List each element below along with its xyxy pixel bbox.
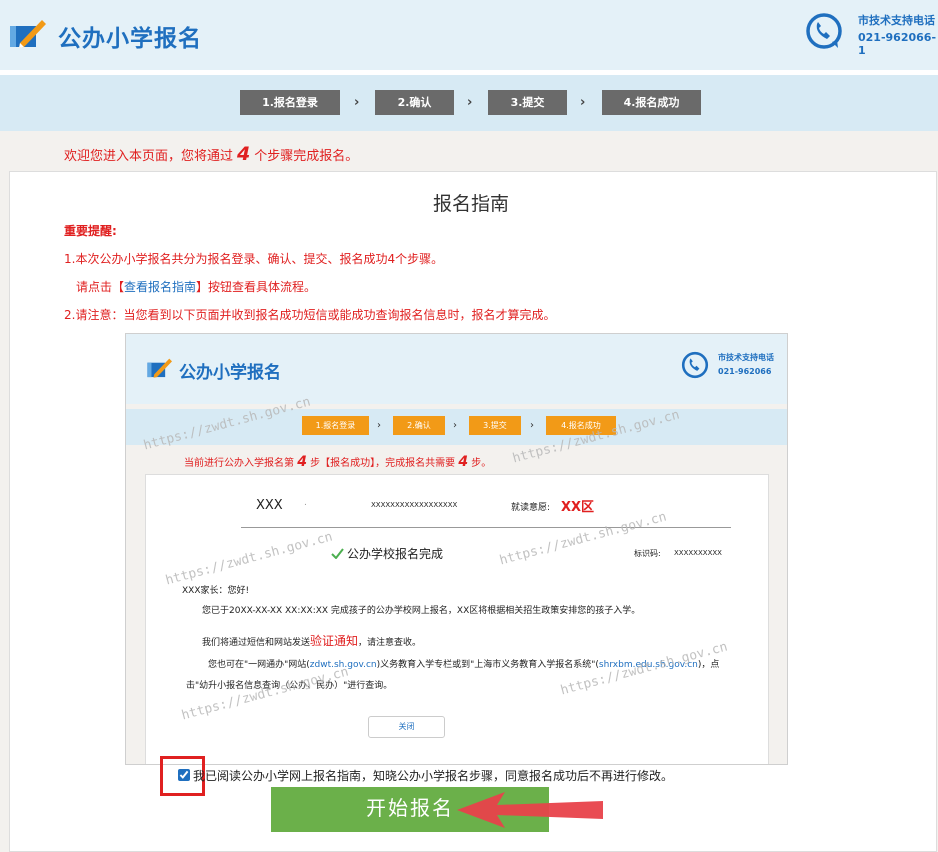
support-phone-label: 市技术支持电话 bbox=[858, 14, 935, 27]
sample-para-1: 您已于20XX-XX-XX XX:XX:XX 完成孩子的公办学校网上报名，XX区… bbox=[202, 606, 641, 616]
sample-progress-text: 当前进行公办入学报名第 4 步【报名成功】，完成报名共需要 4 步。 bbox=[184, 454, 492, 470]
check-mark-icon bbox=[331, 548, 344, 559]
step-arrow-icon: › bbox=[467, 95, 473, 110]
sample-step-arrow-icon: › bbox=[530, 420, 534, 431]
phone-support-icon bbox=[806, 13, 842, 49]
step-login: 1.报名登录 bbox=[240, 90, 340, 115]
notice-line-3: 2.请注意：当您看到以下页面并收到报名成功短信或能成功查询报名信息时，报名才算完… bbox=[64, 308, 556, 322]
site-title: 公办小学报名 bbox=[58, 26, 202, 52]
sample-phone-icon bbox=[681, 351, 709, 379]
step-count: 4 bbox=[237, 143, 251, 165]
steps-bar: 1.报名登录 › 2.确认 › 3.提交 › 4.报名成功 bbox=[0, 75, 938, 131]
sample-separator: . bbox=[304, 498, 307, 508]
guide-title: 报名指南 bbox=[433, 193, 510, 215]
sample-step-arrow-icon: › bbox=[453, 420, 457, 431]
sample-support-label: 市技术支持电话 bbox=[718, 353, 774, 362]
sample-result-card: XXX . XXXXXXXXXXXXXXXXXX 就读意愿: XX区 公办学校报… bbox=[145, 474, 769, 764]
sample-greeting: XXX家长：您好! bbox=[182, 586, 250, 596]
sample-title: 公办小学报名 bbox=[179, 363, 281, 383]
view-guide-link[interactable]: 查看报名指南 bbox=[124, 280, 196, 294]
sample-status: 公办学校报名完成 bbox=[347, 547, 444, 561]
step-arrow-icon: › bbox=[580, 95, 586, 110]
step-arrow-icon: › bbox=[354, 95, 360, 110]
sample-step-confirm: 2.确认 bbox=[393, 416, 445, 435]
sample-district-value: XX区 bbox=[561, 500, 595, 515]
agree-checkbox[interactable] bbox=[178, 769, 190, 781]
notice-line-2: 请点击【查看报名指南】按钮查看具体流程。 bbox=[76, 280, 317, 294]
sample-step-login: 1.报名登录 bbox=[302, 416, 369, 435]
sample-para-2: 我们将通过短信和网站发送验证通知，请注意查收。 bbox=[202, 634, 422, 648]
sample-code-label: 标识码: bbox=[634, 549, 661, 558]
sample-district-label: 就读意愿: bbox=[511, 503, 551, 513]
welcome-message: 欢迎您进入本页面，您将通过 4 个步骤完成报名。 bbox=[64, 143, 359, 165]
sample-support-phone: 021-962066 bbox=[718, 367, 772, 376]
sample-id-number: XXXXXXXXXXXXXXXXXX bbox=[371, 501, 458, 509]
sample-divider bbox=[241, 527, 731, 528]
sample-step-arrow-icon: › bbox=[377, 420, 381, 431]
notice-line-1: 1.本次公办小学报名共分为报名登录、确认、提交、报名成功4个步骤。 bbox=[64, 252, 444, 266]
step-confirm: 2.确认 bbox=[375, 90, 454, 115]
step-submit: 3.提交 bbox=[488, 90, 567, 115]
sample-step-submit: 3.提交 bbox=[469, 416, 521, 435]
step-success: 4.报名成功 bbox=[602, 90, 701, 115]
sample-pencil-logo-icon bbox=[147, 358, 172, 378]
sample-close-button: 关闭 bbox=[368, 716, 445, 738]
agreement-text: 我已阅读公办小学网上报名指南，知晓公办小学报名步骤，同意报名成功后不再进行修改。 bbox=[193, 769, 674, 783]
sample-child-name: XXX bbox=[256, 498, 283, 513]
important-notice-label: 重要提醒: bbox=[64, 224, 117, 238]
sample-code-value: XXXXXXXXXX bbox=[674, 549, 722, 557]
sample-success-screenshot: 公办小学报名 市技术支持电话 021-962066 1.报名登录 › 2.确认 … bbox=[125, 333, 788, 765]
support-phone-number: 021-962066-1 bbox=[858, 31, 937, 57]
pencil-logo-icon bbox=[10, 20, 46, 48]
pointer-arrow-icon bbox=[457, 792, 603, 828]
